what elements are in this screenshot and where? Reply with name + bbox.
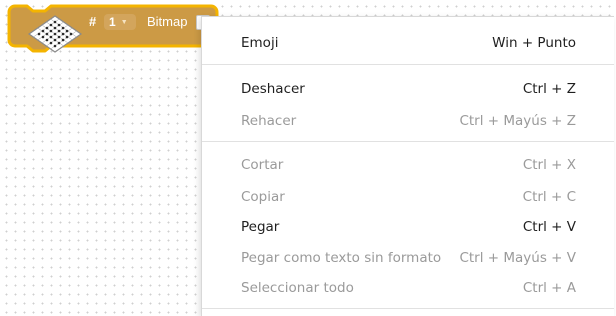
menu-item-emoji[interactable]: Emoji Win + Punto — [202, 26, 614, 60]
context-menu: Emoji Win + Punto Deshacer Ctrl + Z Reha… — [201, 16, 614, 316]
menu-item-shortcut: Ctrl + A — [522, 280, 576, 296]
menu-item-label: Copiar — [241, 189, 285, 205]
number-dropdown[interactable]: 1 ▼ — [104, 14, 136, 30]
menu-item-label: Rehacer — [241, 113, 297, 129]
menu-separator — [202, 308, 614, 309]
number-dropdown-value: 1 — [109, 15, 116, 29]
menu-item-undo[interactable]: Deshacer Ctrl + Z — [202, 72, 614, 106]
menu-separator — [202, 64, 614, 65]
menu-item-copy: Copiar Ctrl + C — [202, 180, 614, 214]
menu-item-paste[interactable]: Pegar Ctrl + V — [202, 210, 614, 244]
menu-item-shortcut: Win + Punto — [492, 35, 576, 51]
menu-item-shortcut: Ctrl + Z — [522, 81, 576, 97]
menu-item-label: Deshacer — [241, 81, 305, 97]
menu-separator — [202, 141, 614, 142]
menu-item-redo: Rehacer Ctrl + Mayús + Z — [202, 104, 614, 138]
led-matrix-icon — [27, 15, 83, 53]
menu-item-label: Emoji — [241, 35, 279, 51]
menu-item-label: Cortar — [241, 157, 284, 173]
menu-item-label: Pegar como texto sin formato — [241, 250, 442, 266]
menu-item-shortcut: Ctrl + C — [522, 189, 576, 205]
menu-item-label: Pegar — [241, 219, 280, 235]
menu-item-shortcut: Ctrl + Mayús + V — [459, 250, 576, 266]
bitmap-label: Bitmap — [147, 14, 188, 29]
block-hash-label: # — [89, 14, 97, 29]
menu-item-shortcut: Ctrl + X — [522, 157, 576, 173]
menu-item-label: Seleccionar todo — [241, 280, 354, 296]
bitmap-block[interactable]: # 1 ▼ Bitmap — [7, 4, 219, 54]
dropdown-arrow-icon: ▼ — [120, 18, 128, 26]
menu-item-paste-plain-text: Pegar como texto sin formato Ctrl + Mayú… — [202, 241, 614, 275]
menu-item-shortcut: Ctrl + V — [522, 219, 576, 235]
menu-item-cut: Cortar Ctrl + X — [202, 148, 614, 182]
menu-item-shortcut: Ctrl + Mayús + Z — [459, 113, 576, 129]
menu-item-select-all: Seleccionar todo Ctrl + A — [202, 271, 614, 305]
